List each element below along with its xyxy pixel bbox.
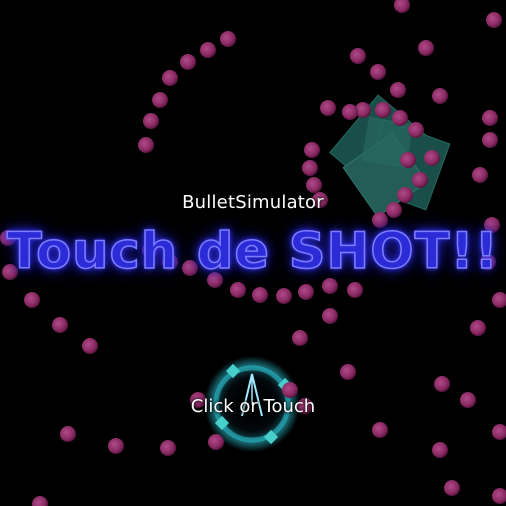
enemy-bullet: [322, 278, 338, 294]
enemy-bullet: [492, 292, 506, 308]
enemy-bullet: [434, 376, 450, 392]
enemy-bullet: [432, 442, 448, 458]
enemy-bullet: [370, 64, 386, 80]
enemy-bullet: [394, 0, 410, 13]
enemy-bullet: [486, 12, 502, 28]
enemy-bullet: [350, 48, 366, 64]
enemy-bullet: [306, 177, 322, 193]
enemy-bullet: [492, 488, 506, 504]
enemy-bullet: [252, 287, 268, 303]
enemy-bullet: [220, 31, 236, 47]
enemy-bullet: [320, 100, 336, 116]
enemy-bullet: [472, 167, 488, 183]
enemy-bullet: [432, 88, 448, 104]
enemy-bullet: [162, 70, 178, 86]
enemy-bullet: [492, 424, 506, 440]
enemy-bullet: [482, 132, 498, 148]
enemy-bullet: [408, 122, 424, 138]
enemy-bullet: [230, 282, 246, 298]
game-title: Touch de SHOT!!: [6, 221, 499, 281]
enemy-bullet: [298, 284, 314, 300]
enemy-bullet: [340, 364, 356, 380]
enemy-bullet: [347, 282, 363, 298]
enemy-bullet: [276, 288, 292, 304]
start-prompt[interactable]: Click or Touch: [0, 396, 506, 417]
enemy-bullet: [60, 426, 76, 442]
enemy-bullet: [138, 137, 154, 153]
enemy-bullet: [482, 110, 498, 126]
enemy-bullet: [424, 150, 440, 166]
game-subtitle: BulletSimulator: [182, 192, 324, 213]
enemy-bullet: [292, 330, 308, 346]
enemy-bullet: [342, 104, 358, 120]
enemy-bullet: [180, 54, 196, 70]
enemy-bullet: [152, 92, 168, 108]
enemy-bullet: [304, 142, 320, 158]
enemy-bullet: [24, 292, 40, 308]
enemy-bullet: [400, 152, 416, 168]
enemy-bullet: [208, 434, 224, 450]
enemy-bullet: [52, 317, 68, 333]
enemy-bullet: [200, 42, 216, 58]
enemy-bullet: [322, 308, 338, 324]
enemy-bullet: [143, 113, 159, 129]
enemy-bullet: [108, 438, 124, 454]
enemy-bullet: [82, 338, 98, 354]
enemy-bullet: [372, 422, 388, 438]
enemy-bullet: [418, 40, 434, 56]
enemy-bullet: [302, 160, 318, 176]
enemy-bullet: [444, 480, 460, 496]
enemy-bullet: [470, 320, 486, 336]
enemy-bullet: [392, 110, 408, 126]
enemy-bullet: [375, 102, 391, 118]
enemy-bullet: [160, 440, 176, 456]
enemy-bullet: [32, 496, 48, 506]
enemy-bullet: [390, 82, 406, 98]
enemy-bullet: [412, 172, 428, 188]
